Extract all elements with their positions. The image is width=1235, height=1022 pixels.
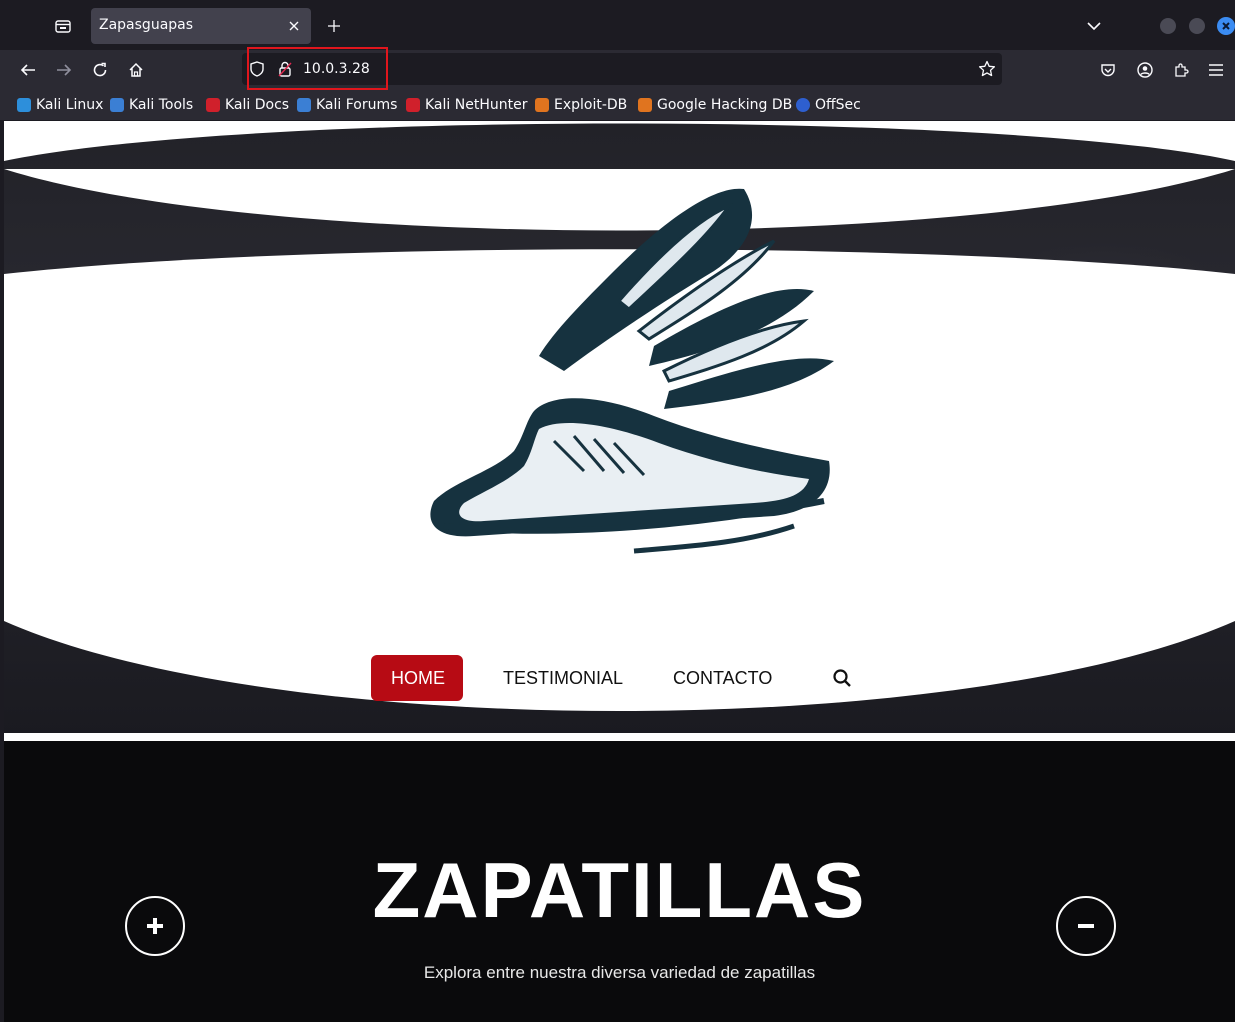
bookmark-kali-forums[interactable]: Kali Forums — [297, 96, 397, 114]
back-arrow-icon[interactable] — [16, 58, 40, 82]
kali-dragon-icon — [17, 98, 31, 112]
bookmarks-toolbar: Kali Linux Kali Tools Kali Docs Kali For… — [0, 90, 1235, 120]
kali-forums-icon — [297, 98, 311, 112]
bookmark-star-icon[interactable] — [978, 60, 996, 82]
firefox-view-icon[interactable] — [50, 13, 76, 39]
tab-close-icon[interactable] — [285, 17, 303, 35]
extensions-icon[interactable] — [1169, 58, 1193, 82]
menu-hamburger-icon[interactable] — [1204, 58, 1228, 82]
slider-next-button[interactable] — [1056, 896, 1116, 956]
bookmark-google-hacking-db[interactable]: Google Hacking DB — [638, 96, 792, 114]
forward-arrow-icon[interactable] — [52, 58, 76, 82]
shield-icon[interactable] — [250, 61, 264, 81]
url-text[interactable]: 10.0.3.28 — [303, 61, 370, 77]
url-bar[interactable]: 10.0.3.28 — [242, 53, 1002, 85]
reload-icon[interactable] — [88, 58, 112, 82]
lock-insecure-icon[interactable] — [278, 61, 292, 81]
minimize-button[interactable] — [1160, 18, 1176, 34]
site-nav: HOME TESTIMONIAL CONTACTO — [4, 655, 1235, 701]
pocket-icon[interactable] — [1096, 58, 1120, 82]
hero-title: ZAPATILLAS — [372, 846, 867, 934]
bookmark-offsec[interactable]: OffSec — [796, 96, 861, 114]
tab-active[interactable]: Zapasguapas — [91, 8, 311, 44]
nav-contacto[interactable]: CONTACTO — [653, 655, 792, 701]
chevron-down-icon[interactable] — [1082, 14, 1106, 38]
bookmark-kali-tools[interactable]: Kali Tools — [110, 96, 193, 114]
home-icon[interactable] — [124, 58, 148, 82]
maximize-button[interactable] — [1189, 18, 1205, 34]
web-page: HOME TESTIMONIAL CONTACTO ZAPATILLAS Exp… — [4, 121, 1235, 1022]
winged-shoe-logo — [430, 188, 834, 554]
exploit-db-icon — [535, 98, 549, 112]
search-icon[interactable] — [830, 666, 854, 690]
navigation-toolbar: 10.0.3.28 — [0, 50, 1235, 90]
new-tab-icon[interactable] — [322, 14, 346, 38]
hero-subtitle: Explora entre nuestra diversa variedad d… — [423, 963, 816, 982]
bookmark-exploit-db[interactable]: Exploit-DB — [535, 96, 627, 114]
account-icon[interactable] — [1133, 58, 1157, 82]
hero-background-photo — [4, 121, 1235, 741]
tab-title: Zapasguapas — [99, 17, 194, 33]
offsec-icon — [796, 98, 810, 112]
nav-testimonial[interactable]: TESTIMONIAL — [483, 655, 643, 701]
minus-icon — [1078, 924, 1094, 928]
slider-prev-button[interactable] — [125, 896, 185, 956]
bookmark-kali-nethunter[interactable]: Kali NetHunter — [406, 96, 527, 114]
tab-bar: Zapasguapas — [0, 0, 1235, 50]
bookmark-kali-linux[interactable]: Kali Linux — [17, 96, 103, 114]
nav-home[interactable]: HOME — [371, 655, 463, 701]
ghdb-icon — [638, 98, 652, 112]
window-close-button[interactable] — [1217, 17, 1235, 35]
bookmark-kali-docs[interactable]: Kali Docs — [206, 96, 289, 114]
plus-icon — [147, 918, 163, 934]
kali-nethunter-icon — [406, 98, 420, 112]
kali-docs-icon — [206, 98, 220, 112]
kali-tools-icon — [110, 98, 124, 112]
